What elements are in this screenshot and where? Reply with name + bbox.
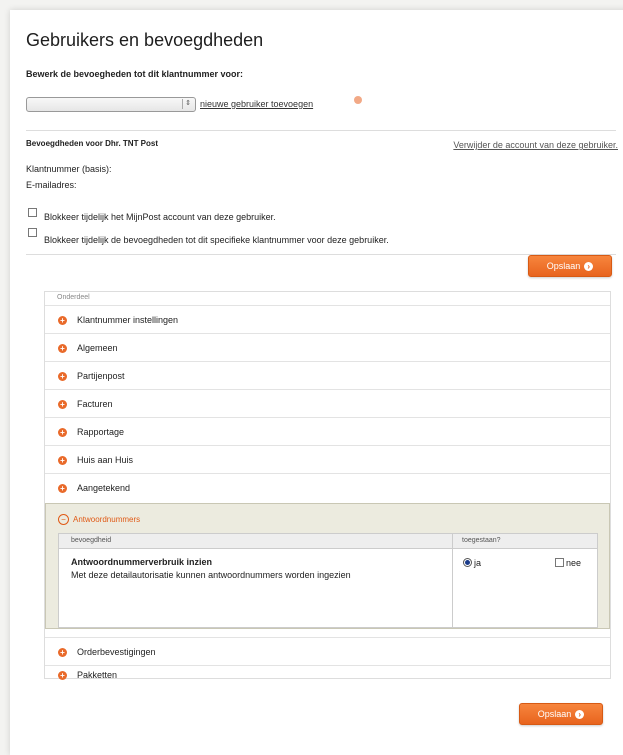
save-button-bottom[interactable]: Opslaan ›: [519, 703, 603, 725]
customer-number-label: Klantnummer (basis):: [26, 164, 112, 174]
section-row[interactable]: + Huis aan Huis: [45, 445, 610, 474]
expanded-section-title: Antwoordnummers: [73, 515, 141, 524]
minus-circle-icon: −: [58, 514, 69, 525]
save-button-label: Opslaan: [546, 261, 581, 271]
permissions-table: bevoegdheid toegestaan? Antwoordnummerve…: [58, 533, 598, 628]
permission-title: Antwoordnummerverbruik inzien: [71, 557, 213, 567]
section-row[interactable]: + Facturen: [45, 389, 610, 418]
section-row[interactable]: + Orderbevestigingen: [45, 637, 610, 666]
save-button-top[interactable]: Opslaan ›: [528, 255, 612, 277]
divider: [26, 254, 616, 255]
plus-circle-icon: +: [58, 427, 67, 437]
expanded-section-header[interactable]: − Antwoordnummers: [58, 514, 140, 525]
page-title: Gebruikers en bevoegdheden: [26, 30, 264, 50]
save-button-label: Opslaan: [537, 709, 572, 719]
plus-circle-icon: +: [58, 647, 67, 657]
add-user-icon[interactable]: [354, 96, 362, 104]
plus-circle-icon: +: [58, 315, 67, 325]
table-header: bevoegdheid toegestaan?: [59, 534, 597, 549]
column-divider: [452, 534, 453, 627]
updown-arrows-icon: ⇕: [182, 99, 193, 109]
block-account-label: Blokkeer tijdelijk het MijnPost account …: [44, 212, 276, 222]
section-row[interactable]: + Aangetekend: [45, 473, 610, 502]
email-label: E-mailadres:: [26, 180, 77, 190]
divider: [26, 130, 616, 131]
col-allowed: toegestaan?: [462, 537, 501, 544]
plus-circle-icon: +: [58, 671, 67, 680]
block-permissions-label: Blokkeer tijdelijk de bevoegdheden tot d…: [44, 235, 389, 245]
permissions-for: Bevoegdheden voor Dhr. TNT Post: [26, 139, 159, 148]
radio-no[interactable]: [555, 558, 564, 567]
sections-list: Onderdeel + Klantnummer instellingen + Alg…: [44, 291, 611, 680]
section-row[interactable]: + Partijenpost: [45, 361, 610, 390]
plus-circle-icon: +: [58, 455, 67, 465]
section-row[interactable]: + Rapportage: [45, 417, 610, 446]
intro-text: Bewerk de bevoegheden tot dit klantnumme…: [26, 69, 244, 79]
block-permissions-checkbox[interactable]: [28, 228, 37, 237]
plus-circle-icon: +: [58, 399, 67, 409]
radio-yes-label: ja: [474, 558, 482, 568]
plus-circle-icon: +: [58, 371, 67, 381]
expanded-section: − Antwoordnummers bevoegdheid toegestaan…: [45, 503, 610, 629]
permission-description: Met deze detailautorisatie kunnen antwoo…: [71, 570, 351, 580]
radio-yes[interactable]: [463, 558, 472, 567]
add-user-link[interactable]: nieuwe gebruiker toevoegen: [200, 99, 313, 109]
radio-no-label: nee: [566, 558, 582, 568]
main-panel: Gebruikers en bevoegdheden Bewerk de bev…: [10, 10, 623, 755]
remove-account-link[interactable]: Verwijder de account van deze gebruiker.: [453, 140, 618, 150]
plus-circle-icon: +: [58, 343, 67, 353]
section-row[interactable]: + Klantnummer instellingen: [45, 305, 610, 334]
section-row[interactable]: + Algemeen: [45, 333, 610, 362]
user-select[interactable]: ⇕: [26, 97, 196, 112]
chevron-right-icon: ›: [575, 709, 585, 719]
section-row[interactable]: + Pakketten: [45, 665, 610, 680]
sections-column-header: Onderdeel: [57, 294, 90, 301]
col-permission: bevoegdheid: [71, 537, 112, 544]
plus-circle-icon: +: [58, 483, 67, 493]
block-account-checkbox[interactable]: [28, 208, 37, 217]
chevron-right-icon: ›: [584, 261, 594, 271]
